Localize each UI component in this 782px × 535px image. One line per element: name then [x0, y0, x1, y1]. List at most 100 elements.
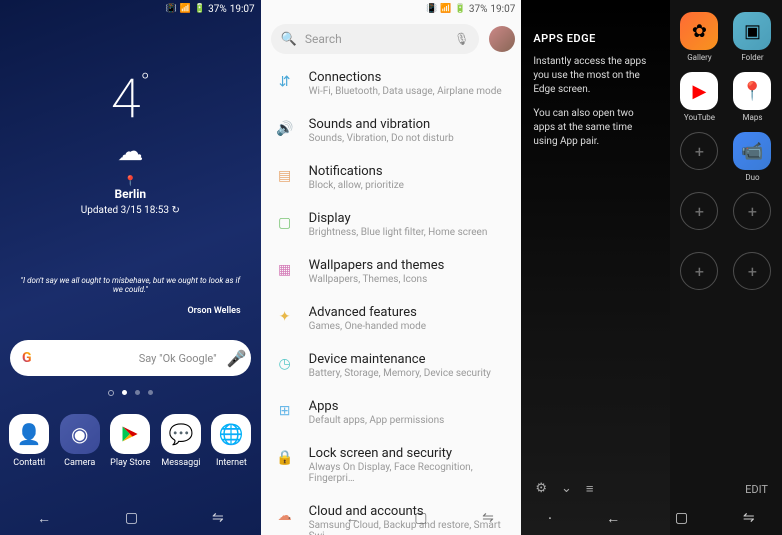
page-dot[interactable]	[122, 390, 127, 395]
settings-item-icon: ▤	[275, 166, 295, 186]
menu-icon[interactable]: ≡	[586, 481, 594, 497]
settings-item-icon: ⇵	[275, 72, 295, 92]
edge-empty-slot[interactable]: +	[676, 132, 723, 182]
vibrate-icon: 📳	[426, 4, 437, 14]
page-dot[interactable]	[135, 390, 140, 395]
settings-list[interactable]: ⇵ConnectionsWi-Fi, Bluetooth, Data usage…	[261, 60, 522, 535]
battery-icon: 🔋	[194, 4, 205, 14]
edge-app-gallery[interactable]: ✿Gallery	[676, 12, 723, 62]
signal-icon: 📶	[180, 4, 191, 14]
edge-title: APPS EDGE	[533, 32, 658, 45]
profile-avatar[interactable]	[489, 26, 515, 52]
settings-item-title: Sounds and vibration	[309, 117, 508, 132]
app-contatti[interactable]: 👤Contatti	[9, 414, 49, 468]
settings-item-title: Lock screen and security	[309, 446, 508, 461]
app-messaggi[interactable]: 💬Messaggi	[161, 414, 201, 468]
menu-dot[interactable]: •	[288, 514, 291, 523]
page-dot[interactable]	[148, 390, 153, 395]
mic-icon[interactable]: 🎤	[227, 349, 239, 368]
edge-info-panel: APPS EDGE Instantly access the apps you …	[521, 0, 670, 535]
pin-icon: 📍	[124, 176, 136, 187]
home-screen: 📳 📶 🔋 37% 19:07 4° ☁ 📍Berlin Updated 3/1…	[0, 0, 261, 535]
battery-pct: 37%	[469, 4, 488, 15]
cloud-icon: ☁	[0, 137, 261, 167]
add-icon: +	[680, 192, 718, 230]
battery-icon: 🔋	[455, 4, 466, 14]
clock: 19:07	[490, 4, 515, 15]
app-play-store[interactable]: Play Store	[110, 414, 150, 468]
settings-item-sub: Always On Display, Face Recognition, Fin…	[309, 462, 508, 484]
search-icon: 🔍	[281, 32, 297, 47]
edge-app-folder[interactable]: ▣ Folder	[729, 12, 776, 62]
settings-item-sub: Games, One-handed mode	[309, 321, 508, 332]
home-page-dot[interactable]	[108, 390, 114, 396]
recents-button[interactable]: ⇋	[212, 510, 224, 526]
voice-icon[interactable]: 🎙	[454, 32, 469, 46]
back-button[interactable]: ←	[345, 510, 359, 527]
settings-item-notifications[interactable]: ▤NotificationsBlock, allow, prioritize	[261, 154, 522, 201]
weather-widget[interactable]: 4° ☁ 📍Berlin Updated 3/15 18:53 ↻	[0, 68, 261, 216]
back-button[interactable]: ←	[37, 510, 51, 527]
recents-button[interactable]: ⇋	[482, 510, 494, 526]
recents-button[interactable]: ⇋	[743, 510, 755, 526]
edge-apps-panel[interactable]: ✿Gallery▣Folder▶YouTube📍Maps+ 📹Duo+ + + …	[670, 0, 782, 535]
status-bar: 📳 📶 🔋 37% 19:07	[261, 0, 522, 18]
edge-empty-slot[interactable]: +	[676, 252, 723, 302]
edge-app-maps[interactable]: 📍Maps	[729, 72, 776, 122]
settings-item-sub: Brightness, Blue light filter, Home scre…	[309, 227, 508, 238]
vibrate-icon: 📳	[166, 4, 177, 14]
home-button[interactable]: ▢	[125, 510, 138, 526]
duo-icon: 📹	[733, 132, 771, 170]
chevron-down-icon[interactable]: ⌄	[561, 481, 572, 497]
settings-item-lock-screen-and-security[interactable]: 🔒 Lock screen and securityAlways On Displ…	[261, 436, 522, 494]
settings-item-sounds-and-vibration[interactable]: 🔊Sounds and vibrationSounds, Vibration, …	[261, 107, 522, 154]
settings-item-display[interactable]: ▢DisplayBrightness, Blue light filter, H…	[261, 201, 522, 248]
camera-icon: ◉	[60, 414, 100, 454]
back-button[interactable]: ←	[606, 510, 620, 527]
settings-item-icon: 🔊	[275, 119, 295, 139]
edge-empty-slot[interactable]: +	[729, 192, 776, 242]
settings-item-device-maintenance[interactable]: ◷Device maintenanceBattery, Storage, Mem…	[261, 342, 522, 389]
location: Berlin	[115, 187, 147, 201]
google-logo-icon: G	[22, 350, 38, 366]
folder-icon: ▣	[733, 12, 771, 50]
edit-button[interactable]: EDIT	[745, 483, 768, 496]
settings-item-title: Wallpapers and themes	[309, 258, 508, 273]
google-search-bar[interactable]: G Say "Ok Google" 🎤	[10, 340, 251, 376]
settings-item-icon: 🔒	[275, 448, 295, 468]
add-icon: +	[733, 252, 771, 290]
edge-app-youtube[interactable]: ▶ YouTube	[676, 72, 723, 122]
edge-app-label: YouTube	[684, 113, 715, 122]
updated-time: Updated 3/15 18:53 ↻	[0, 205, 261, 216]
edge-empty-slot[interactable]: +	[676, 192, 723, 242]
maps-icon: 📍	[733, 72, 771, 110]
settings-item-sub: Wallpapers, Themes, Icons	[309, 274, 508, 285]
settings-item-sub: Default apps, App permissions	[309, 415, 508, 426]
nav-bar: • ← ▢ ⇋	[261, 501, 522, 535]
app-camera[interactable]: ◉Camera	[60, 414, 100, 468]
add-icon: +	[680, 132, 718, 170]
nav-bar: ← ▢ ⇋	[0, 501, 261, 535]
quote-text: "I don't say we all ought to misbehave, …	[0, 276, 261, 294]
settings-item-connections[interactable]: ⇵ConnectionsWi-Fi, Bluetooth, Data usage…	[261, 60, 522, 107]
menu-dot[interactable]: •	[549, 514, 552, 523]
edge-app-duo[interactable]: 📹Duo	[729, 132, 776, 182]
home-button[interactable]: ▢	[675, 510, 688, 526]
settings-item-icon: ✦	[275, 307, 295, 327]
home-button[interactable]: ▢	[414, 510, 427, 526]
settings-item-wallpapers-and-themes[interactable]: ▦Wallpapers and themesWallpapers, Themes…	[261, 248, 522, 295]
dock: 👤Contatti ◉Camera Play Store 💬Messaggi 🌐…	[0, 404, 261, 478]
app-internet[interactable]: 🌐Internet	[211, 414, 251, 468]
temperature: 4	[111, 68, 141, 131]
edge-app-label: Gallery	[687, 53, 712, 62]
settings-item-apps[interactable]: ⊞AppsDefault apps, App permissions	[261, 389, 522, 436]
settings-search[interactable]: 🔍 Search 🎙	[271, 24, 480, 54]
settings-item-advanced-features[interactable]: ✦Advanced featuresGames, One-handed mode	[261, 295, 522, 342]
edge-app-label: Folder	[741, 53, 763, 62]
gear-icon[interactable]: ⚙	[535, 481, 547, 497]
youtube-icon: ▶	[680, 72, 718, 110]
settings-screen: 📳 📶 🔋 37% 19:07 🔍 Search 🎙 ⇵ Connections W…	[261, 0, 522, 535]
settings-item-title: Connections	[309, 70, 508, 85]
settings-item-icon: ▢	[275, 213, 295, 233]
edge-empty-slot[interactable]: +	[729, 252, 776, 302]
